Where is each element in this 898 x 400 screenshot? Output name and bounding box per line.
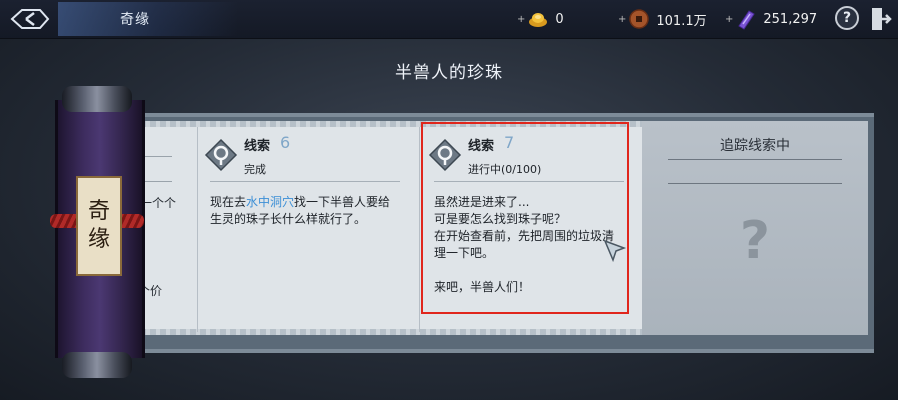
clue-highlight-box (421, 122, 629, 314)
scroll-char: 缘 (87, 227, 110, 252)
help-button[interactable]: ? (835, 6, 859, 30)
tracking-divider (668, 183, 842, 184)
partial-clue-text: 一个个 (140, 196, 177, 210)
resource-coin[interactable]: + 101.1万 (618, 8, 707, 30)
copper-coin-icon (629, 9, 650, 29)
purple-crystal-icon (738, 10, 756, 30)
scroll-label: 奇 缘 (76, 176, 122, 276)
clue-description: 现在去水中洞穴找一下半兽人要给 生灵的珠子长什么样就行了。 (210, 195, 391, 226)
tracking-divider (668, 159, 842, 160)
page-title: 半兽人的珍珠 (395, 63, 503, 83)
magnifier-diamond-icon (204, 138, 238, 172)
tracking-panel[interactable]: 追踪线索中 ? (642, 121, 868, 335)
clue-number: 6 (280, 133, 291, 152)
column-divider (197, 127, 198, 332)
clue-status: 完成 (244, 163, 266, 176)
resource-crystal[interactable]: + 251,297 (725, 8, 817, 30)
clue-title: 线索 (244, 139, 271, 154)
crystal-value: 251,297 (763, 11, 818, 27)
window-title: 奇缘 (120, 12, 150, 28)
exit-door-icon (872, 8, 892, 30)
exit-button[interactable] (870, 6, 892, 32)
scroll-rod-bottom (62, 352, 132, 378)
back-button[interactable] (4, 4, 56, 34)
top-bar: 奇缘 + 0 + 101.1万 + 251,297 ? (0, 0, 898, 39)
clue-divider (210, 181, 400, 182)
location-link[interactable]: 水中洞穴 (246, 195, 294, 209)
gold-ingot-icon (529, 13, 548, 27)
resource-gold[interactable]: + 0 (517, 8, 564, 30)
gold-value: 0 (555, 11, 564, 27)
back-arrow-icon (10, 9, 50, 29)
scroll-char: 奇 (87, 199, 110, 224)
coin-value: 101.1万 (656, 13, 707, 29)
unknown-question-mark: ? (739, 211, 771, 271)
scroll-rod-top (62, 86, 132, 112)
tracking-title: 追踪线索中 (720, 138, 790, 154)
column-divider (419, 127, 420, 332)
